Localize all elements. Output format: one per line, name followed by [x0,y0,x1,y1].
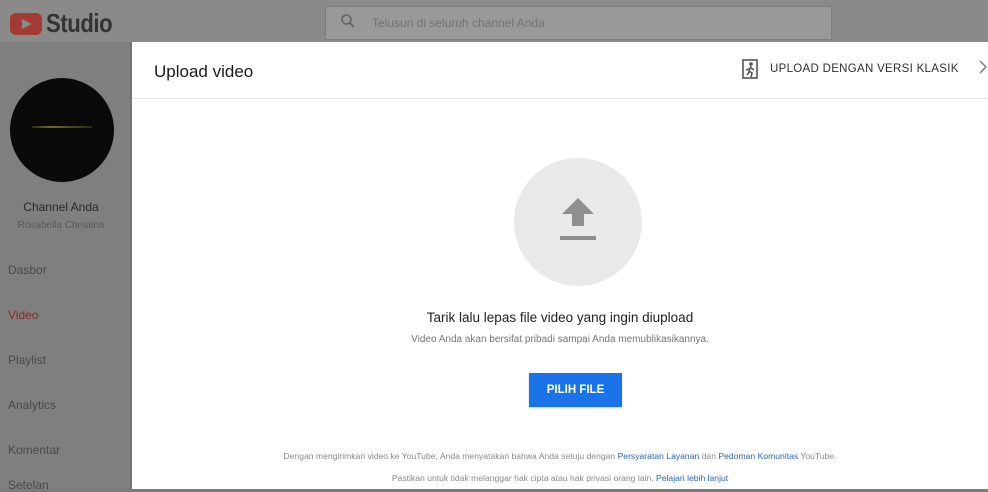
sidebar-item-dasbor[interactable]: Dasbor [8,263,47,277]
sidebar-item-video[interactable]: Video [8,308,38,322]
copyright-prefix: Pastikan untuk tidak melanggar hak cipta… [391,473,657,483]
terms-suffix: YouTube. [798,451,837,461]
sidebar-item-playlist[interactable]: Playlist [8,353,46,367]
dialog-header: Upload video UPLOAD DENGAN VERSI KLASIK [132,42,988,99]
pick-file-button[interactable]: PILIH FILE [529,373,622,407]
sidebar: Channel Anda Rosabella Christina Dasbor … [0,42,131,492]
search-placeholder: Telusuri di seluruh channel Anda [372,16,545,30]
sidebar-item-komentar[interactable]: Komentar [8,443,60,457]
search-icon [340,13,364,34]
exit-classic-icon [742,59,758,79]
channel-owner: Rosabella Christina [17,220,105,231]
youtube-logo-icon [10,12,42,35]
channel-avatar[interactable] [10,78,114,182]
channel-name: Channel Anda [23,200,99,214]
guidelines-link[interactable]: Pedoman Komunitas [718,451,798,461]
dialog-title: Upload video [154,62,254,81]
upload-classic-button[interactable]: UPLOAD DENGAN VERSI KLASIK [742,59,959,79]
privacy-note: Video Anda akan bersifat pribadi sampai … [411,334,709,345]
copyright-notice: Pastikan untuk tidak melanggar hak cipta… [132,473,988,483]
learn-more-link[interactable]: Pelajari lebih lanjut [656,473,728,483]
terms-notice: Dengan mengirimkan video ke YouTube, And… [132,451,988,461]
upload-drop-zone[interactable] [514,158,642,286]
sidebar-item-setelan[interactable]: Setelan [8,478,49,492]
logo-text: Studio [46,8,113,38]
chevron-right-icon[interactable] [978,59,988,80]
studio-logo[interactable]: Studio [10,8,124,39]
drop-instruction: Tarik lalu lepas file video yang ingin d… [426,310,694,325]
upload-dialog: Upload video UPLOAD DENGAN VERSI KLASIK … [132,42,988,489]
top-app-bar: Studio Telusuri di seluruh channel Anda [0,0,988,42]
upload-arrow-icon [560,198,596,240]
terms-middle: dan [699,451,719,461]
upload-classic-label: UPLOAD DENGAN VERSI KLASIK [770,63,959,75]
terms-prefix: Dengan mengirimkan video ke YouTube, And… [283,451,618,461]
tos-link[interactable]: Persyaratan Layanan [618,451,700,461]
sidebar-item-analytics[interactable]: Analytics [8,398,56,412]
search-input[interactable]: Telusuri di seluruh channel Anda [325,6,832,40]
